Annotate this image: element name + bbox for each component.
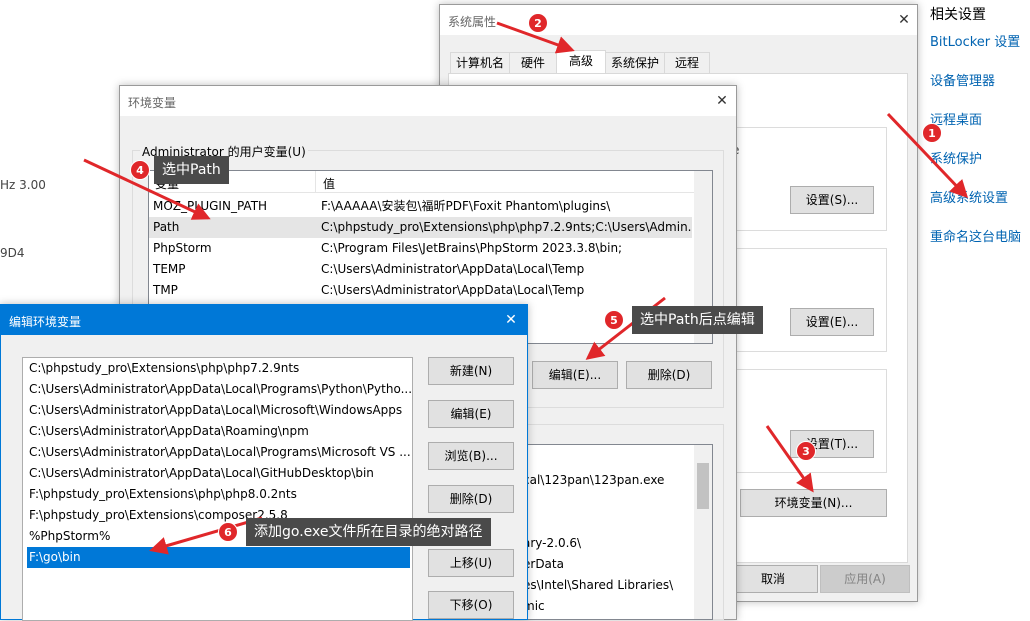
step-badge-3: 3 bbox=[796, 441, 816, 461]
callout-add-go-path: 添加go.exe文件所在目录的绝对路径 bbox=[246, 518, 491, 546]
annotation-arrows bbox=[83, 21, 969, 555]
step-badge-6: 6 bbox=[218, 522, 238, 542]
callout-select-path-then-edit: 选中Path后点编辑 bbox=[632, 306, 763, 334]
step-badge-1: 1 bbox=[922, 123, 942, 143]
step-badge-5: 5 bbox=[604, 310, 624, 330]
step-badge-4: 4 bbox=[130, 160, 150, 180]
callout-select-path: 选中Path bbox=[154, 156, 229, 184]
step-badge-2: 2 bbox=[528, 13, 548, 33]
